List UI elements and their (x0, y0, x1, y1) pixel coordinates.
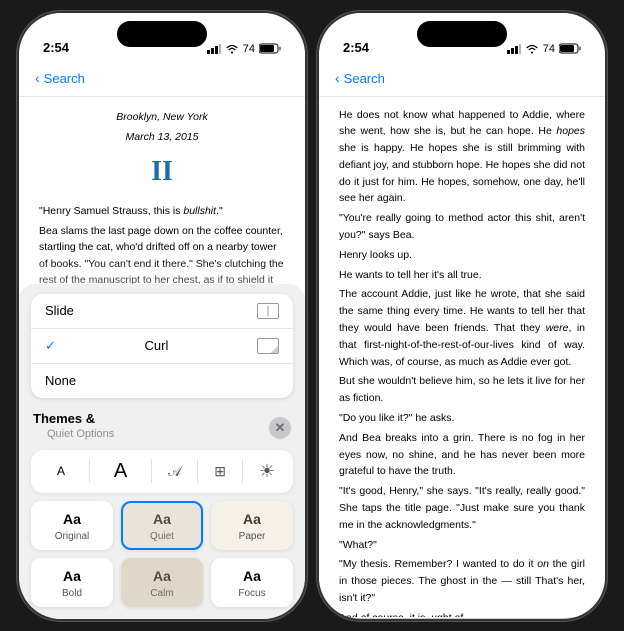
right-phone: 2:54 74 (317, 11, 607, 621)
theme-original[interactable]: Aa Original (31, 501, 113, 550)
right-para-8: And Bea breaks into a grin. There is no … (339, 430, 585, 480)
theme-quiet[interactable]: Aa Quiet (121, 501, 203, 550)
theme-calm-label: Calm (123, 588, 201, 605)
font-controls: A A 𝒜 ⊞ ☀ (31, 450, 293, 493)
theme-original-label: Original (33, 531, 111, 548)
slide-label: Slide (45, 303, 74, 318)
theme-quiet-label: Quiet (123, 531, 201, 548)
back-label-right[interactable]: Search (344, 71, 385, 86)
right-para-9: "It's good, Henry," she says. "It's real… (339, 483, 585, 533)
themes-header: Themes & Quiet Options ✕ (19, 404, 305, 450)
right-para-1: He does not know what happened to Addie,… (339, 107, 585, 208)
theme-bold-preview: Aa (33, 560, 111, 588)
para-1: "Henry Samuel Strauss, this is bullshit.… (39, 203, 285, 219)
right-para-11: "My thesis. Remember? I wanted to do it … (339, 556, 585, 606)
signal-icon-right (507, 44, 521, 54)
layout-icon[interactable]: ⊞ (214, 463, 226, 480)
none-icon (257, 373, 279, 389)
wifi-icon-right (525, 44, 539, 54)
font-large-btn[interactable]: A (106, 458, 135, 485)
theme-original-preview: Aa (33, 503, 111, 531)
font-divider-2 (151, 459, 152, 483)
phones-container: 2:54 74 (17, 11, 607, 621)
status-icons-left: 74 (207, 43, 281, 55)
brightness-icon[interactable]: ☀ (259, 461, 275, 482)
right-para-7: "Do you like it?" he asks. (339, 410, 585, 427)
theme-paper[interactable]: Aa Paper (211, 501, 293, 550)
book-content-right: He does not know what happened to Addie,… (319, 97, 605, 617)
battery-icon-right (559, 43, 581, 54)
back-button-right[interactable]: ‹ Search (335, 70, 385, 86)
right-para-3: Henry looks up. (339, 247, 585, 264)
theme-focus[interactable]: Aa Focus (211, 558, 293, 607)
back-label-left[interactable]: Search (44, 71, 85, 86)
book-date: March 13, 2015 (39, 129, 285, 146)
battery-icon-left (259, 43, 281, 54)
overlay-panel: Slide ✓ Curl None Themes & (19, 284, 305, 619)
theme-calm[interactable]: Aa Calm (121, 558, 203, 607)
curl-icon (257, 338, 279, 354)
nav-bar-right[interactable]: ‹ Search (319, 61, 605, 97)
status-icons-right: 74 (507, 43, 581, 55)
right-para-2: "You're really going to method actor thi… (339, 210, 585, 244)
close-button[interactable]: ✕ (269, 417, 291, 439)
font-small-btn[interactable]: A (49, 462, 73, 480)
transition-none[interactable]: None (31, 364, 293, 398)
theme-focus-preview: Aa (213, 560, 291, 588)
font-type-icon[interactable]: 𝒜 (168, 463, 181, 480)
themes-title-area: Themes & Quiet Options (33, 410, 128, 446)
dynamic-island-right (417, 21, 507, 47)
right-para-12: And of course, it is. ught of (339, 610, 585, 617)
signal-icon (207, 44, 221, 54)
theme-calm-preview: Aa (123, 560, 201, 588)
curl-label: Curl (145, 338, 169, 353)
check-icon: ✓ (45, 338, 56, 354)
none-label: None (45, 373, 76, 388)
font-divider-3 (197, 459, 198, 483)
chevron-icon-left: ‹ (35, 70, 40, 86)
font-divider-4 (242, 459, 243, 483)
back-button-left[interactable]: ‹ Search (35, 70, 85, 86)
time-left: 2:54 (43, 40, 69, 55)
right-para-4: He wants to tell her it's all true. (339, 267, 585, 284)
font-divider-1 (89, 459, 90, 483)
book-location: Brooklyn, New York (39, 109, 285, 126)
theme-bold-label: Bold (33, 588, 111, 605)
right-para-6: But she wouldn't believe him, so he lets… (339, 373, 585, 407)
quiet-options: Quiet Options (33, 428, 128, 446)
wifi-icon (225, 44, 239, 54)
right-para-5: The account Addie, just like he wrote, t… (339, 286, 585, 370)
battery-left: 74 (243, 43, 255, 55)
theme-grid: Aa Original Aa Quiet Aa Paper Aa Bold Aa (19, 501, 305, 619)
chapter-number: II (39, 150, 285, 195)
theme-paper-preview: Aa (213, 503, 291, 531)
transition-curl[interactable]: ✓ Curl (31, 329, 293, 364)
nav-bar-left[interactable]: ‹ Search (19, 61, 305, 97)
theme-quiet-preview: Aa (123, 503, 201, 531)
transition-slide[interactable]: Slide (31, 294, 293, 329)
battery-right: 74 (543, 43, 555, 55)
theme-focus-label: Focus (213, 588, 291, 605)
theme-paper-label: Paper (213, 531, 291, 548)
theme-bold[interactable]: Aa Bold (31, 558, 113, 607)
chevron-icon-right: ‹ (335, 70, 340, 86)
left-phone: 2:54 74 (17, 11, 307, 621)
dynamic-island (117, 21, 207, 47)
themes-title: Themes & (33, 411, 95, 426)
transition-menu: Slide ✓ Curl None (31, 294, 293, 398)
time-right: 2:54 (343, 40, 369, 55)
right-para-10: "What?" (339, 537, 585, 554)
slide-icon (257, 303, 279, 319)
